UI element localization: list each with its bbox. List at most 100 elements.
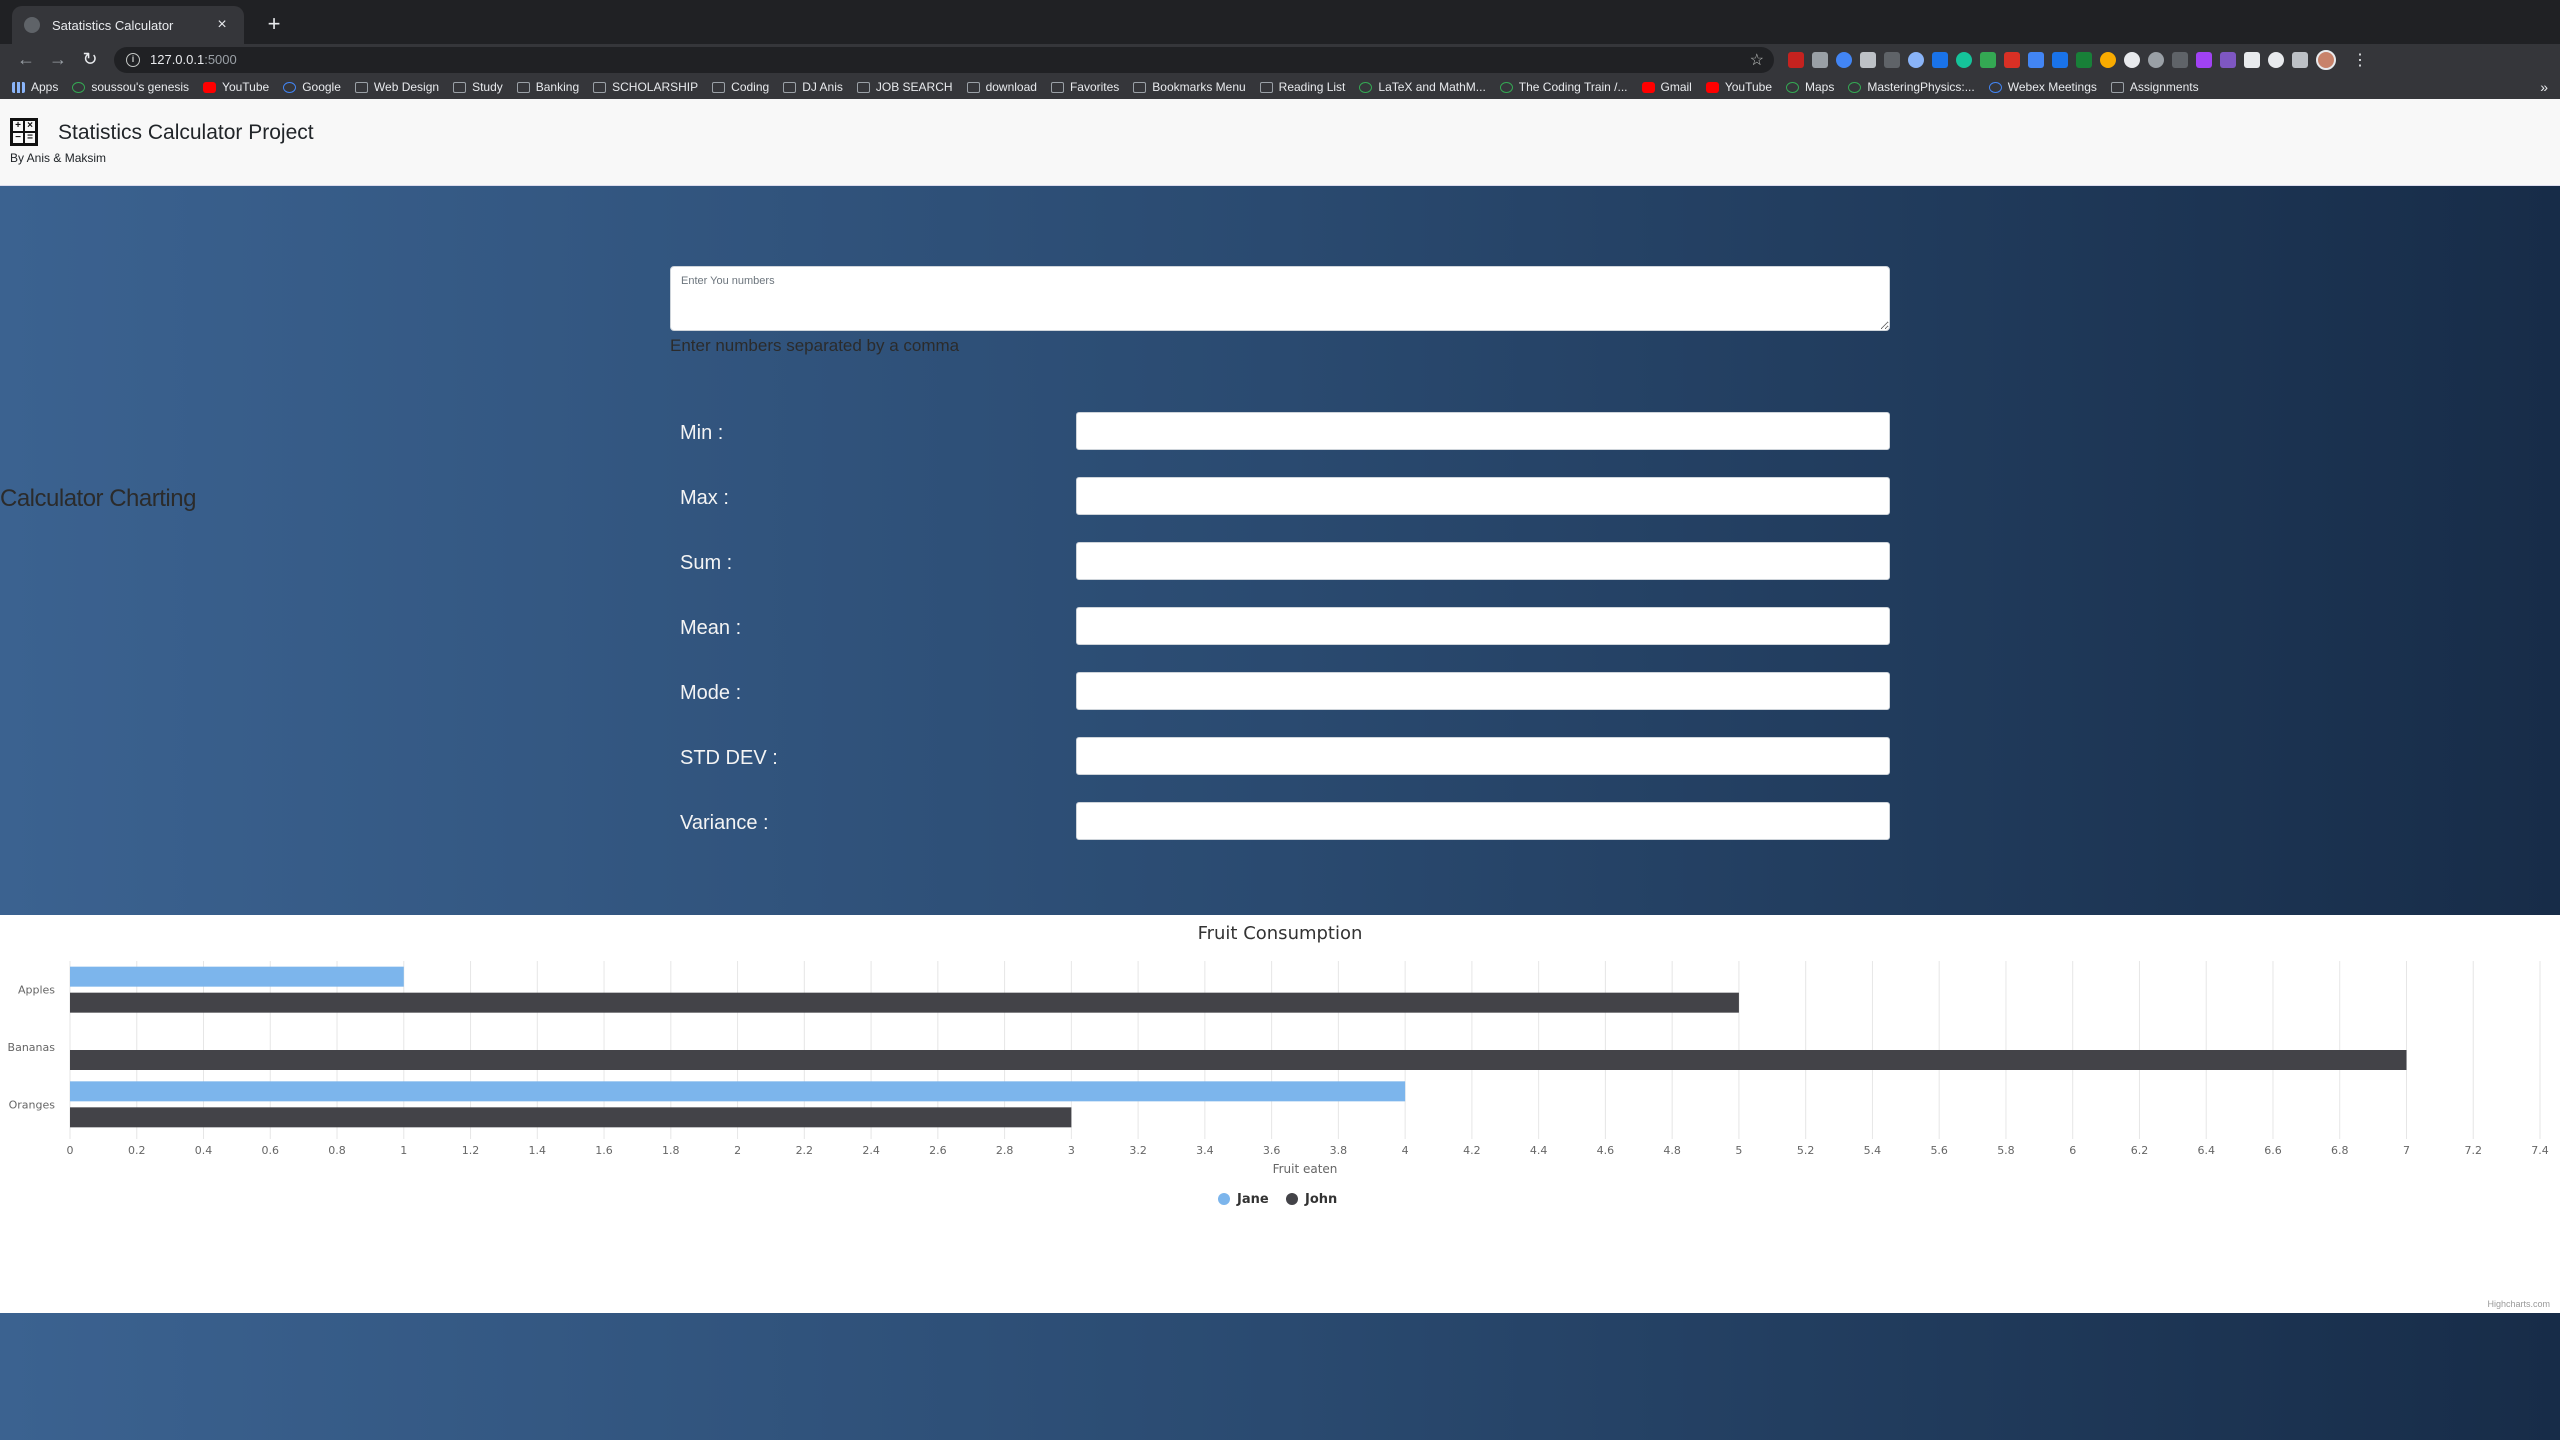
menu-icon[interactable]: ⋮ — [2352, 50, 2368, 70]
bar-john — [70, 992, 1739, 1013]
forward-icon[interactable]: → — [42, 49, 74, 70]
bookmark-item[interactable]: The Coding Train /... — [1499, 80, 1628, 94]
site-icon — [1848, 81, 1862, 93]
x-tick-label: 0 — [67, 1144, 74, 1157]
page-subtitle: By Anis & Maksim — [10, 151, 107, 165]
extension-icon[interactable] — [2220, 51, 2236, 68]
browser-tab[interactable]: Satatistics Calculator × — [12, 6, 244, 44]
extension-icon[interactable] — [2172, 51, 2188, 68]
x-tick-label: 0.4 — [195, 1144, 213, 1157]
extension-icon[interactable] — [2100, 51, 2116, 68]
bookmark-item[interactable]: Favorites — [1050, 80, 1119, 94]
bookmark-item[interactable]: YouTube — [203, 80, 269, 94]
chevron-right-icon[interactable]: » — [2540, 79, 2548, 95]
extension-icon[interactable] — [1812, 51, 1828, 68]
bookmark-item[interactable]: soussou's genesis — [72, 80, 189, 94]
url-port: :5000 — [204, 52, 237, 67]
extension-icon[interactable] — [1860, 51, 1876, 68]
mode-field[interactable] — [1076, 672, 1890, 710]
x-tick-label: 5.8 — [1997, 1144, 2015, 1157]
back-icon[interactable]: ← — [10, 49, 42, 70]
gmail-icon — [1641, 81, 1655, 93]
bookmark-item[interactable]: download — [966, 80, 1037, 94]
extension-icon[interactable] — [1932, 51, 1948, 68]
x-tick-label: 2.4 — [862, 1144, 880, 1157]
extension-icon[interactable] — [2268, 51, 2284, 68]
extension-icon[interactable] — [2028, 51, 2044, 68]
folder-icon — [453, 81, 467, 93]
extension-icon[interactable] — [1956, 51, 1972, 68]
address-bar[interactable]: i 127.0.0.1:5000 ☆ — [114, 46, 1774, 73]
document-icon — [2110, 81, 2124, 93]
legend-item[interactable]: John — [1304, 1192, 1337, 1207]
x-tick-label: 3.2 — [1129, 1144, 1147, 1157]
extension-icon[interactable] — [1980, 51, 1996, 68]
extension-icon[interactable] — [1788, 51, 1804, 68]
extension-icon[interactable] — [2076, 51, 2092, 68]
bookmark-item[interactable]: Assignments — [2110, 80, 2199, 94]
side-title: Calculator Charting — [0, 485, 196, 512]
folder-icon — [1050, 81, 1064, 93]
x-tick-label: 1.4 — [529, 1144, 547, 1157]
bookmark-item[interactable]: Webex Meetings — [1988, 80, 2097, 94]
bookmark-item[interactable]: Bookmarks Menu — [1133, 80, 1246, 94]
new-tab-button[interactable]: + — [260, 10, 288, 38]
bookmark-item[interactable]: Coding — [712, 80, 769, 94]
x-tick-label: 6 — [2069, 1144, 2076, 1157]
stat-label: Mean : — [680, 617, 742, 639]
extension-icon[interactable] — [1836, 51, 1852, 68]
mean-field[interactable] — [1076, 607, 1890, 645]
legend-item[interactable]: Jane — [1236, 1192, 1269, 1207]
url-host: 127.0.0.1 — [150, 52, 205, 67]
extensions-bar: ⋮ — [1788, 49, 2368, 70]
bookmark-item[interactable]: Banking — [516, 80, 579, 94]
tab-title: Satatistics Calculator — [52, 17, 174, 33]
bookmark-item[interactable]: Study — [453, 80, 503, 94]
puzzle-icon[interactable] — [2292, 51, 2308, 68]
bookmark-item[interactable]: Reading List — [1259, 80, 1345, 94]
extension-icon[interactable] — [2148, 51, 2164, 68]
bookmark-item[interactable]: Apps — [12, 80, 58, 94]
extension-icon[interactable] — [2124, 51, 2140, 68]
bookmark-item[interactable]: Gmail — [1641, 80, 1692, 94]
extension-icon[interactable] — [2196, 51, 2212, 68]
info-icon[interactable]: i — [126, 52, 140, 67]
x-tick-label: 6.2 — [2131, 1144, 2149, 1157]
calculator-section: Calculator Charting Enter numbers separa… — [0, 185, 2560, 915]
bookmark-item[interactable]: SCHOLARSHIP — [593, 80, 698, 94]
x-tick-label: 1 — [400, 1144, 407, 1157]
bookmark-item[interactable]: YouTube — [1705, 80, 1772, 94]
close-icon[interactable]: × — [212, 16, 232, 34]
extension-icon[interactable] — [1908, 51, 1924, 68]
x-tick-label: 3.8 — [1330, 1144, 1348, 1157]
max-field[interactable] — [1076, 477, 1890, 515]
extension-icon[interactable] — [2244, 51, 2260, 68]
stat-label: Mode : — [680, 682, 742, 704]
calculator-icon: + × − = — [10, 118, 38, 146]
bookmark-item[interactable]: JOB SEARCH — [856, 80, 953, 94]
stat-row-std-dev: STD DEV : — [670, 737, 1890, 777]
variance-field[interactable] — [1076, 802, 1890, 840]
folder-icon — [966, 81, 980, 93]
std-dev-field[interactable] — [1076, 737, 1890, 775]
bookmark-star-icon[interactable]: ☆ — [1750, 50, 1764, 70]
profile-avatar[interactable] — [2316, 49, 2336, 70]
bookmark-item[interactable]: Google — [283, 80, 341, 94]
folder-icon — [1259, 81, 1273, 93]
sum-field[interactable] — [1076, 542, 1890, 580]
bookmark-item[interactable]: DJ Anis — [783, 80, 843, 94]
x-tick-label: 5.6 — [1930, 1144, 1948, 1157]
reload-icon[interactable]: ↻ — [74, 49, 106, 70]
bookmark-item[interactable]: MasteringPhysics:... — [1848, 80, 1975, 94]
extension-icon[interactable] — [2052, 51, 2068, 68]
bookmark-item[interactable]: Maps — [1786, 80, 1834, 94]
bookmark-item[interactable]: Web Design — [354, 80, 439, 94]
chart-credits[interactable]: Highcharts.com — [2487, 1299, 2550, 1309]
extension-icon[interactable] — [1884, 51, 1900, 68]
bookmark-item[interactable]: LaTeX and MathM... — [1359, 80, 1486, 94]
x-tick-label: 4.8 — [1663, 1144, 1681, 1157]
x-tick-label: 1.2 — [462, 1144, 480, 1157]
extension-icon[interactable] — [2004, 51, 2020, 68]
numbers-input[interactable] — [670, 266, 1890, 331]
min-field[interactable] — [1076, 412, 1890, 450]
